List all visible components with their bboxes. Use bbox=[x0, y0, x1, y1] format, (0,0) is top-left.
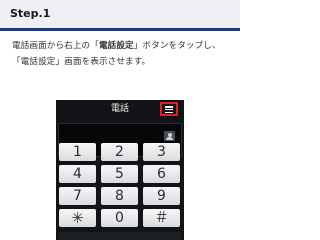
key-6[interactable]: 6 bbox=[143, 165, 180, 183]
key-9[interactable]: 9 bbox=[143, 187, 180, 205]
step-header: Step.1 bbox=[0, 0, 240, 31]
key-3[interactable]: 3 bbox=[143, 143, 180, 161]
key-8[interactable]: 8 bbox=[101, 187, 138, 205]
keypad-bottom-row bbox=[59, 232, 181, 240]
key-0[interactable]: 0 bbox=[101, 209, 138, 227]
instruction-text: 電話画面から右上の「電話設定」ボタンをタップし、「電話設定」画面を表示させます。 bbox=[12, 38, 228, 70]
key-2[interactable]: 2 bbox=[101, 143, 138, 161]
phone-screenshot: 電話 1 2 3 4 5 6 7 8 9 ✳ 0 ＃ bbox=[56, 100, 184, 240]
step-title: Step.1 bbox=[10, 7, 51, 20]
phone-settings-button[interactable] bbox=[160, 102, 178, 116]
key-1[interactable]: 1 bbox=[59, 143, 96, 161]
key-star[interactable]: ✳ bbox=[59, 209, 96, 227]
key-5[interactable]: 5 bbox=[101, 165, 138, 183]
key-4[interactable]: 4 bbox=[59, 165, 96, 183]
contact-icon[interactable] bbox=[164, 131, 175, 141]
instruction-highlight: 電話設定 bbox=[98, 41, 134, 51]
key-hash[interactable]: ＃ bbox=[143, 209, 180, 227]
phone-titlebar: 電話 bbox=[56, 100, 184, 118]
menu-icon bbox=[165, 106, 173, 113]
instruction-before: 電話画面から右上の「 bbox=[12, 41, 99, 51]
key-7[interactable]: 7 bbox=[59, 187, 96, 205]
